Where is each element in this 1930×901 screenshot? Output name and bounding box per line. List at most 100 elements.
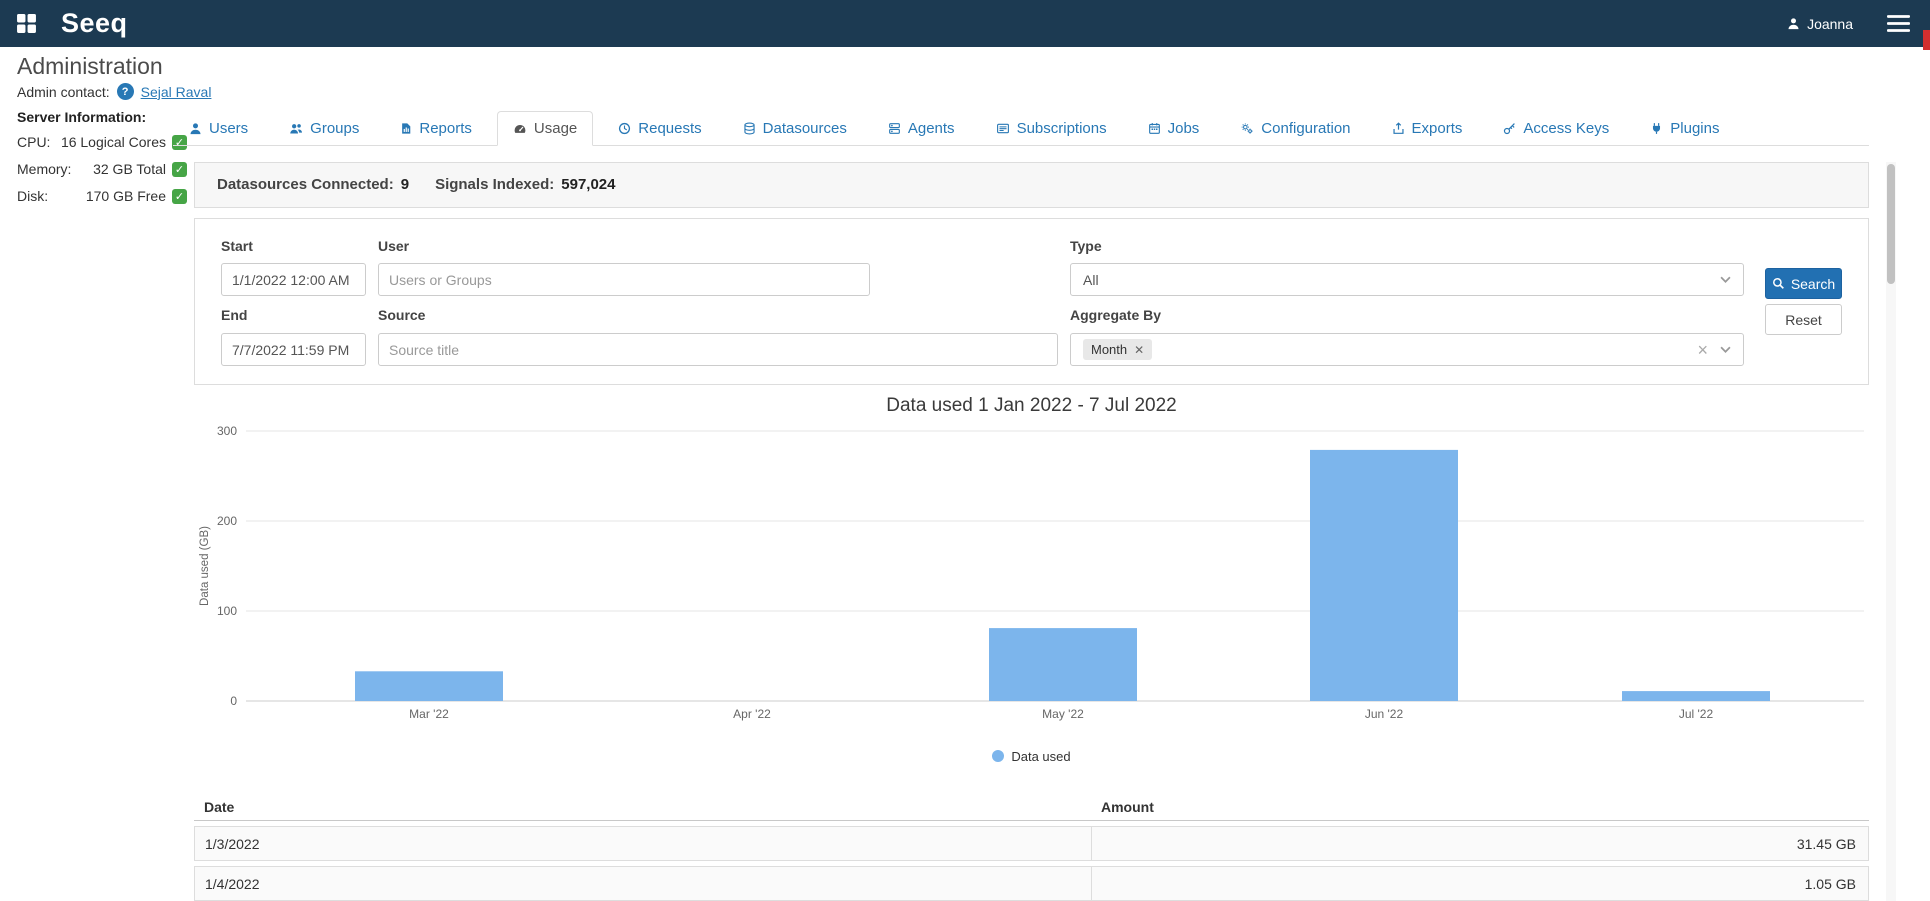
- usage-bar-chart: 0100200300Mar '22Apr '22May '22Jun '22Ju…: [194, 421, 1869, 733]
- chart-legend: Data used: [194, 747, 1869, 765]
- column-header-amount: Amount: [1091, 795, 1869, 820]
- tab-label: Requests: [638, 120, 701, 137]
- export-icon: [1392, 122, 1405, 135]
- server-info-row: CPU:16 Logical Cores✓: [17, 134, 187, 150]
- tab-label: Reports: [419, 120, 472, 137]
- tab-label: Agents: [908, 120, 955, 137]
- tab-requests[interactable]: Requests: [602, 111, 717, 145]
- chevron-down-icon: [1720, 276, 1731, 283]
- tab-reports[interactable]: Reports: [384, 111, 488, 145]
- server-stat-label: Memory:: [17, 161, 71, 177]
- hamburger-menu-icon[interactable]: [1887, 14, 1910, 33]
- stats-bar: Datasources Connected:9Signals Indexed:5…: [194, 162, 1869, 208]
- tab-subscriptions[interactable]: Subscriptions: [980, 111, 1123, 145]
- tab-label: Exports: [1412, 120, 1463, 137]
- table-header-row: Date Amount: [194, 795, 1869, 821]
- tab-bar: Users Groups Reports Usage Requests Datasourc…: [173, 111, 1869, 146]
- svg-text:100: 100: [217, 604, 237, 618]
- tab-datasources[interactable]: Datasources: [727, 111, 863, 145]
- tab-label: Configuration: [1261, 120, 1350, 137]
- usage-tab-content: Datasources Connected:9Signals Indexed:5…: [194, 162, 1869, 901]
- users-icon: [289, 122, 303, 135]
- aggregate-by-label: Aggregate By: [1070, 307, 1161, 323]
- user-menu[interactable]: Joanna: [1787, 16, 1853, 32]
- tab-groups[interactable]: Groups: [273, 111, 375, 145]
- source-label: Source: [378, 307, 425, 323]
- column-header-date: Date: [194, 795, 1091, 820]
- app-root: Seeq Joanna Administration Admin contact…: [0, 0, 1930, 901]
- datasources-connected-label: Datasources Connected:: [217, 176, 394, 193]
- svg-text:0: 0: [230, 694, 237, 708]
- svg-text:Mar '22: Mar '22: [409, 707, 449, 721]
- user-name: Joanna: [1807, 16, 1853, 32]
- tab-jobs[interactable]: Jobs: [1132, 111, 1216, 145]
- aggregate-by-select[interactable]: Month ✕ ×: [1070, 333, 1744, 366]
- admin-contact: Admin contact: ? Sejal Raval: [17, 83, 211, 100]
- server-stat-value: 16 Logical Cores: [61, 134, 166, 150]
- svg-text:Jun '22: Jun '22: [1365, 707, 1404, 721]
- tab-plugins[interactable]: Plugins: [1634, 111, 1735, 145]
- legend-label: Data used: [1011, 749, 1070, 764]
- scrollbar-thumb[interactable]: [1887, 164, 1895, 284]
- subscriptions-icon: [996, 122, 1010, 135]
- tab-usage[interactable]: Usage: [497, 111, 593, 146]
- admin-contact-link[interactable]: Sejal Raval: [141, 84, 212, 100]
- database-icon: [743, 122, 756, 135]
- user-input[interactable]: [378, 263, 870, 296]
- legend-item[interactable]: Data used: [992, 747, 1070, 765]
- history-icon: [618, 122, 631, 135]
- plug-icon: [1650, 122, 1663, 135]
- tab-label: Jobs: [1168, 120, 1200, 137]
- tab-label: Datasources: [763, 120, 847, 137]
- type-label: Type: [1070, 238, 1102, 254]
- tab-label: Subscriptions: [1017, 120, 1107, 137]
- tab-configuration[interactable]: Configuration: [1224, 111, 1366, 145]
- table-row: 1/4/20221.05 GB: [194, 866, 1869, 901]
- tab-access-keys[interactable]: Access Keys: [1487, 111, 1625, 145]
- svg-text:200: 200: [217, 514, 237, 528]
- search-button[interactable]: Search: [1765, 268, 1842, 299]
- apps-grid-icon[interactable]: [16, 13, 37, 34]
- svg-text:Data used (GB): Data used (GB): [199, 526, 211, 606]
- reset-button[interactable]: Reset: [1765, 304, 1842, 335]
- user-icon: [189, 122, 202, 135]
- svg-text:Apr '22: Apr '22: [733, 707, 771, 721]
- user-icon: [1787, 17, 1800, 30]
- help-question-icon[interactable]: ?: [117, 83, 134, 100]
- seeq-logo: Seeq: [61, 8, 128, 39]
- type-select[interactable]: All: [1070, 263, 1744, 296]
- tab-label: Usage: [534, 120, 577, 137]
- end-date-input[interactable]: [221, 333, 366, 366]
- cell-amount: 1.05 GB: [1092, 867, 1868, 900]
- cell-date: 1/3/2022: [195, 827, 1092, 860]
- server-stat-label: CPU:: [17, 134, 50, 150]
- vertical-scrollbar[interactable]: [1886, 162, 1896, 901]
- tab-users[interactable]: Users: [173, 111, 264, 145]
- clear-selection-icon[interactable]: ×: [1697, 341, 1708, 359]
- start-date-input[interactable]: [221, 263, 366, 296]
- start-label: Start: [221, 238, 253, 254]
- key-icon: [1503, 122, 1516, 135]
- gears-icon: [1240, 122, 1254, 135]
- calendar-icon: [1148, 122, 1161, 135]
- server-stat-value: 170 GB Free: [86, 188, 166, 204]
- admin-contact-label: Admin contact:: [17, 84, 110, 100]
- tab-label: Users: [209, 120, 248, 137]
- end-label: End: [221, 307, 247, 323]
- server-info-heading: Server Information:: [17, 109, 187, 125]
- gauge-icon: [513, 122, 527, 135]
- server-icon: [888, 122, 901, 135]
- tab-exports[interactable]: Exports: [1376, 111, 1479, 145]
- server-stat-value: 32 GB Total: [93, 161, 166, 177]
- svg-text:300: 300: [217, 424, 237, 438]
- green-check-icon: ✓: [172, 189, 187, 204]
- table-row: 1/3/202231.45 GB: [194, 826, 1869, 861]
- remove-tag-icon[interactable]: ✕: [1134, 343, 1144, 357]
- filter-panel: Start User Type All Search End Source Ag: [194, 218, 1869, 385]
- aggregate-tag-month: Month ✕: [1083, 339, 1152, 360]
- page-body: Administration Admin contact: ? Sejal Ra…: [0, 47, 1930, 901]
- source-input[interactable]: [378, 333, 1058, 366]
- legend-marker-icon: [992, 750, 1004, 762]
- chart-title: Data used 1 Jan 2022 - 7 Jul 2022: [194, 395, 1869, 417]
- tab-agents[interactable]: Agents: [872, 111, 971, 145]
